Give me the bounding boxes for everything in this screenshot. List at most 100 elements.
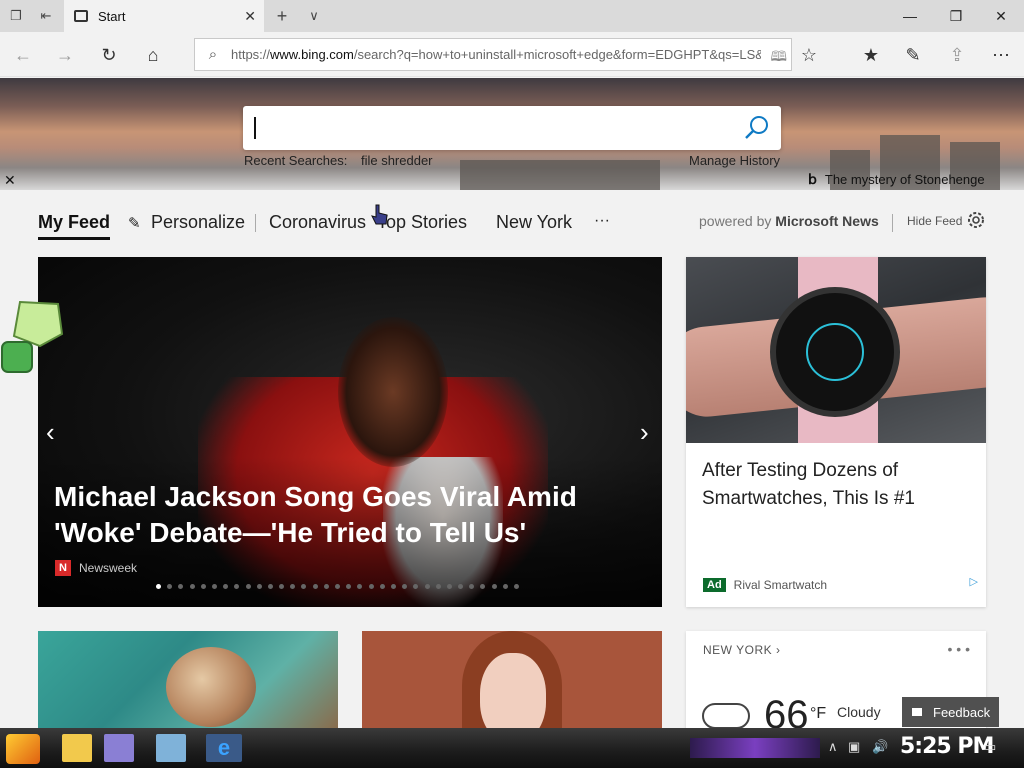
network-icon[interactable]: ▣: [848, 739, 860, 755]
hide-feed-link[interactable]: Hide Feed: [907, 214, 962, 228]
ad-card[interactable]: After Testing Dozens of Smartwatches, Th…: [686, 257, 986, 607]
carousel-dot[interactable]: [346, 584, 352, 589]
carousel-dot[interactable]: [514, 584, 519, 589]
feedback-label: Feedback: [933, 704, 991, 720]
volume-icon[interactable]: 🔊: [872, 739, 888, 755]
carousel-dot[interactable]: [480, 584, 486, 589]
tab-my-feed[interactable]: My Feed: [38, 212, 111, 240]
favorites-hub-icon[interactable]: ★: [856, 40, 886, 70]
notifications-icon[interactable]: ▭: [984, 739, 996, 755]
carousel-dot[interactable]: [267, 584, 273, 589]
new-tab-icon[interactable]: +: [272, 6, 292, 26]
forward-icon[interactable]: →: [50, 40, 80, 70]
desktop-sticker-image: [1, 300, 64, 373]
story-source: N Newsweek: [55, 560, 137, 576]
main-story-card[interactable]: ‹ › Michael Jackson Song Goes Viral Amid…: [38, 257, 662, 607]
more-menu-icon[interactable]: ⋯: [986, 40, 1016, 70]
taskbar-app-icon[interactable]: [104, 734, 134, 762]
carousel-dot[interactable]: [323, 584, 329, 589]
adchoices-icon[interactable]: ▷: [970, 575, 978, 588]
carousel-dot[interactable]: [390, 584, 396, 589]
address-url[interactable]: https://www.bing.com/search?q=how+to+uni…: [231, 47, 761, 62]
recent-search-item[interactable]: file shredder: [361, 153, 433, 168]
carousel-dot[interactable]: [167, 584, 173, 589]
ad-title[interactable]: After Testing Dozens of Smartwatches, Th…: [702, 457, 972, 513]
recent-searches: Recent Searches: file shredder: [244, 153, 433, 168]
text-caret: [254, 117, 256, 139]
set-aside-tabs-icon[interactable]: ⇤: [36, 6, 56, 26]
tab-coronavirus[interactable]: Coronavirus: [269, 212, 366, 233]
carousel-dot[interactable]: [357, 584, 363, 589]
carousel-dot[interactable]: [368, 584, 374, 589]
carousel-dot[interactable]: [424, 584, 430, 589]
carousel-dot[interactable]: [223, 584, 229, 589]
ad-badge: Ad: [703, 578, 726, 592]
carousel-prev-icon[interactable]: ‹: [46, 417, 55, 448]
close-hero-icon[interactable]: ✕: [4, 172, 16, 189]
carousel-dot[interactable]: [502, 584, 508, 589]
manage-history-link[interactable]: Manage History: [689, 153, 780, 168]
start-button[interactable]: [6, 734, 40, 764]
search-icon[interactable]: [743, 114, 771, 142]
weather-location[interactable]: NEW YORK ›: [703, 643, 780, 657]
carousel-dot[interactable]: [491, 584, 497, 589]
carousel-dot[interactable]: [256, 584, 262, 589]
recent-searches-label: Recent Searches:: [244, 153, 348, 168]
carousel-dot[interactable]: [290, 584, 296, 589]
carousel-dot[interactable]: [379, 584, 385, 589]
restore-button[interactable]: ❐: [933, 0, 979, 32]
share-icon[interactable]: ⇪: [942, 40, 972, 70]
carousel-dot[interactable]: [458, 584, 464, 589]
close-tab-icon[interactable]: ✕: [244, 8, 256, 25]
carousel-dot[interactable]: [178, 584, 184, 589]
minimize-button[interactable]: —: [887, 0, 933, 32]
address-bar[interactable]: ⌕ https://www.bing.com/search?q=how+to+u…: [194, 38, 792, 71]
tab-personalize[interactable]: Personalize: [151, 212, 245, 233]
tab-top-stories[interactable]: Top Stories: [377, 212, 467, 233]
carousel-dot[interactable]: [301, 584, 307, 589]
home-icon[interactable]: ⌂: [138, 40, 168, 70]
carousel-dot[interactable]: [200, 584, 206, 589]
carousel-dot[interactable]: [211, 584, 217, 589]
carousel-dot[interactable]: [156, 584, 161, 589]
carousel-dot[interactable]: [335, 584, 340, 589]
gear-icon[interactable]: [965, 209, 987, 231]
carousel-dot[interactable]: [234, 584, 240, 589]
carousel-dot[interactable]: [245, 584, 251, 589]
refresh-icon[interactable]: ↻: [94, 40, 124, 70]
bing-search-box[interactable]: [243, 106, 781, 150]
carousel-dot[interactable]: [469, 584, 475, 589]
close-window-button[interactable]: ✕: [978, 0, 1024, 32]
tab-actions-icon[interactable]: ❐: [6, 6, 26, 26]
carousel-dot[interactable]: [413, 584, 419, 589]
file-explorer-icon[interactable]: [62, 734, 92, 762]
carousel-dot[interactable]: [402, 584, 408, 589]
feedback-button[interactable]: Feedback: [902, 697, 999, 727]
tab-start[interactable]: Start ✕: [64, 0, 264, 32]
carousel-dot[interactable]: [189, 584, 195, 589]
back-icon[interactable]: ←: [8, 40, 38, 70]
carousel-dot[interactable]: [446, 584, 452, 589]
carousel-next-icon[interactable]: ›: [640, 417, 649, 448]
taskbar-clock[interactable]: 5:25 PM: [900, 734, 994, 759]
tab-new-york[interactable]: New York: [496, 212, 572, 233]
weather-more-icon[interactable]: • • •: [948, 641, 970, 657]
tray-chevron-icon[interactable]: ∧: [828, 739, 838, 755]
carousel-dot[interactable]: [435, 584, 441, 589]
favorite-star-icon[interactable]: ☆: [794, 40, 824, 70]
carousel-dot[interactable]: [279, 584, 285, 589]
web-note-pen-icon[interactable]: ✎: [898, 40, 928, 70]
story-headline[interactable]: Michael Jackson Song Goes Viral Amid 'Wo…: [54, 479, 654, 551]
story-card[interactable]: [38, 631, 338, 731]
carousel-dot[interactable]: [312, 584, 318, 589]
reading-view-icon[interactable]: 🕮: [770, 46, 787, 70]
edge-browser-icon[interactable]: e: [206, 734, 242, 762]
tab-preview-chevron-icon[interactable]: ∨: [304, 6, 324, 26]
taskbar-app-icon[interactable]: [156, 734, 186, 762]
carousel-dots[interactable]: [156, 584, 525, 589]
story-card[interactable]: [362, 631, 662, 731]
image-caption-link[interactable]: 𝖻 The mystery of Stonehenge: [808, 171, 985, 188]
more-tabs-button[interactable]: ···: [594, 212, 610, 230]
tab-bar: ❐ ⇤ Start ✕ + ∨ — ❐ ✕: [0, 0, 1024, 32]
newsweek-logo-icon: N: [55, 560, 71, 576]
